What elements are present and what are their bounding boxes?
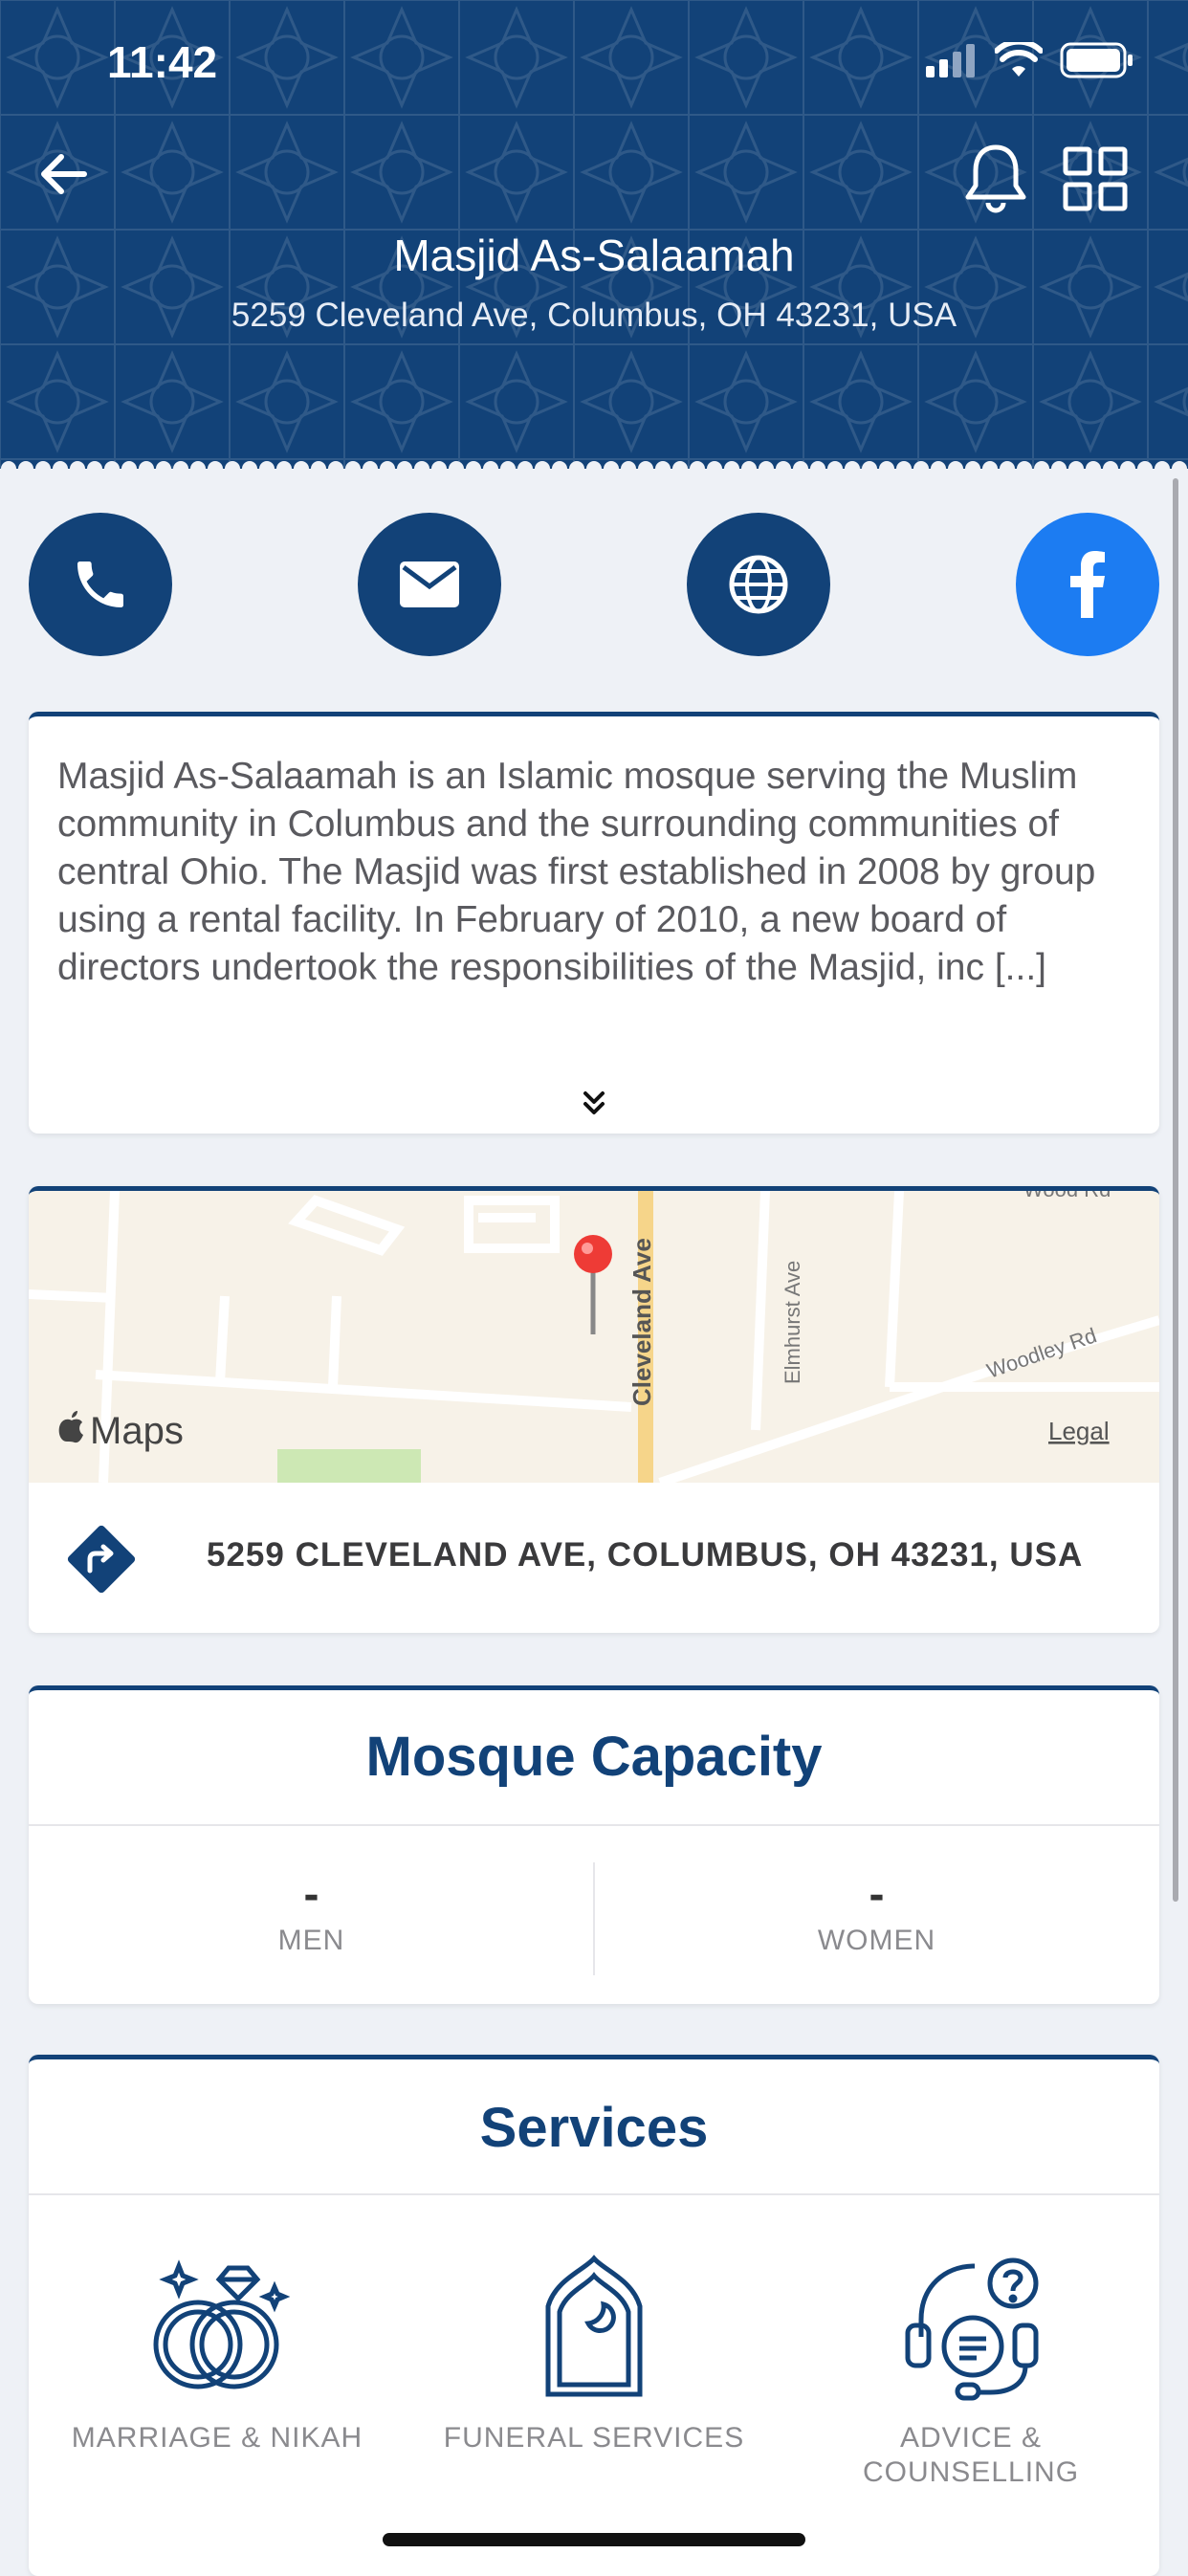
capacity-card: Mosque Capacity - MEN - WOMEN	[29, 1685, 1159, 2004]
service-marriage-label: MARRIAGE & NIKAH	[71, 2422, 363, 2454]
expand-chevron-icon[interactable]	[580, 1090, 608, 1118]
map-legal-link[interactable]: Legal	[1048, 1417, 1110, 1445]
service-marriage[interactable]: MARRIAGE & NIKAH	[29, 2251, 406, 2455]
rings-icon	[153, 2259, 291, 2389]
wifi-icon	[995, 42, 1043, 77]
directions-address: 5259 CLEVELAND AVE, COLUMBUS, OH 43231, …	[207, 1536, 1084, 1574]
capacity-men: - MEN	[29, 1868, 594, 1957]
mihrab-icon	[545, 2255, 643, 2397]
directions-icon	[67, 1525, 136, 1594]
capacity-women-label: WOMEN	[817, 1925, 936, 1956]
status-time: 11:42	[107, 37, 218, 87]
bell-button[interactable]	[962, 142, 1029, 214]
mosque-title: Masjid As-Salaamah	[393, 231, 795, 280]
header: 11:42 Masjid As-Salaamah 5259 Cleveland …	[0, 0, 1188, 469]
location-card: Cleveland Ave Elmhurst Ave Woodley Rd Wo…	[29, 1186, 1159, 1633]
services-title: Services	[479, 2097, 709, 2159]
map-pin-icon[interactable]	[574, 1235, 612, 1273]
scrollbar[interactable]	[1173, 478, 1178, 1902]
map-streets: Cleveland Ave Elmhurst Ave Woodley Rd Wo…	[29, 1191, 1159, 1487]
service-funeral[interactable]: FUNERAL SERVICES	[406, 2251, 782, 2455]
battery-icon	[1060, 42, 1133, 78]
headset-icon	[905, 2257, 1039, 2401]
facebook-button[interactable]	[1016, 513, 1159, 656]
email-icon	[400, 561, 459, 607]
map-street-wood: Wood Rd	[1023, 1191, 1111, 1201]
home-indicator[interactable]	[383, 2533, 805, 2546]
apple-logo-icon	[58, 1411, 83, 1443]
mosque-address: 5259 Cleveland Ave, Columbus, OH 43231, …	[231, 297, 957, 334]
maps-brand: Maps	[90, 1410, 184, 1452]
grid-menu-button[interactable]	[1062, 145, 1129, 212]
description-card: Masjid As-Salaamah is an Islamic mosque …	[29, 712, 1159, 1134]
call-button[interactable]	[29, 513, 172, 656]
capacity-divider	[29, 1824, 1159, 1826]
capacity-women: - WOMEN	[594, 1868, 1159, 1957]
services-card: Services MARRIAGE & NIKAH FUNERAL SERVIC…	[29, 2055, 1159, 2576]
capacity-women-value: -	[869, 1869, 885, 1920]
phone-icon	[77, 561, 123, 607]
services-divider	[29, 2193, 1159, 2195]
directions-row[interactable]: 5259 CLEVELAND AVE, COLUMBUS, OH 43231, …	[29, 1483, 1159, 1633]
map-street-woodley: Woodley Rd	[983, 1323, 1099, 1383]
capacity-men-value: -	[303, 1869, 319, 1920]
service-counselling[interactable]: ADVICE & COUNSELLING	[782, 2251, 1159, 2490]
website-icon	[729, 555, 788, 614]
email-button[interactable]	[358, 513, 501, 656]
service-funeral-label: FUNERAL SERVICES	[443, 2422, 745, 2454]
map-street-elmhurst: Elmhurst Ave	[781, 1261, 804, 1384]
back-button[interactable]	[34, 145, 92, 203]
map-street-cleveland: Cleveland Ave	[627, 1238, 656, 1406]
capacity-men-label: MEN	[277, 1925, 345, 1956]
description-text: Masjid As-Salaamah is an Islamic mosque …	[57, 756, 1096, 988]
service-counselling-label: ADVICE & COUNSELLING	[862, 2422, 1080, 2488]
status-icons	[924, 42, 1134, 78]
header-scallop-edge	[0, 451, 1188, 469]
signal-icon	[926, 44, 975, 77]
website-button[interactable]	[687, 513, 830, 656]
capacity-title: Mosque Capacity	[365, 1726, 823, 1788]
facebook-icon	[1070, 551, 1105, 618]
map-view[interactable]: Cleveland Ave Elmhurst Ave Woodley Rd Wo…	[29, 1191, 1159, 1487]
